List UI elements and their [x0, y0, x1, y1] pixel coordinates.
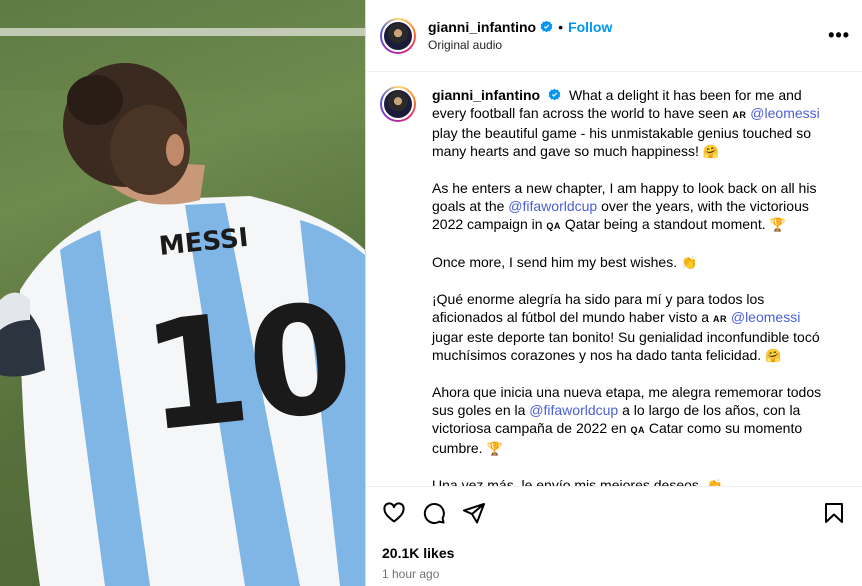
- verified-icon: [548, 88, 561, 101]
- original-audio-link[interactable]: Original audio: [428, 36, 612, 54]
- caption-area: gianni_infantino What a delight it has b…: [366, 72, 862, 486]
- mention-leomessi[interactable]: @leomessi: [750, 105, 819, 121]
- jersey-number: 10: [136, 271, 362, 466]
- header-username[interactable]: gianni_infantino: [428, 18, 536, 36]
- post-actions: 20.1K likes 1 hour ago: [366, 486, 862, 581]
- caption-text-1b: play the beautiful game - his unmistakab…: [432, 125, 812, 159]
- caption-text-3: Once more, I send him my best wishes.: [432, 254, 678, 270]
- trophy-emoji: 🏆: [769, 217, 786, 232]
- caption-username[interactable]: gianni_infantino: [432, 87, 540, 103]
- hugging-emoji: 🤗: [765, 348, 782, 363]
- caption-text-6: Una vez más, le envío mis mejores deseos…: [432, 477, 703, 486]
- share-icon[interactable]: [462, 501, 486, 525]
- more-icon[interactable]: •••: [828, 25, 850, 46]
- mention-fifaworldcup[interactable]: @fifaworldcup: [508, 198, 597, 214]
- caption-text: gianni_infantino What a delight it has b…: [432, 86, 832, 486]
- clapping-emoji: 👏: [706, 478, 723, 486]
- hugging-emoji: 🤗: [702, 144, 720, 159]
- media-illustration: MESSI 10: [0, 28, 365, 586]
- likes-count[interactable]: 20.1K likes: [382, 545, 846, 561]
- flag-qa: QA: [546, 221, 561, 231]
- caption-text-2c: Qatar being a standout moment.: [564, 216, 766, 232]
- post-header: gianni_infantino • Follow Original audio…: [366, 0, 862, 72]
- trophy-emoji: 🏆: [486, 441, 503, 456]
- avatar[interactable]: [380, 17, 416, 54]
- post-dialog: MESSI 10 gianni_infantino • Follow Origi…: [0, 0, 862, 586]
- mention-fifaworldcup[interactable]: @fifaworldcup: [529, 402, 618, 418]
- post-side-panel: gianni_infantino • Follow Original audio…: [365, 0, 862, 586]
- flag-ar: AR: [712, 314, 727, 324]
- caption-avatar[interactable]: [380, 86, 416, 122]
- flag-ar: AR: [732, 110, 747, 120]
- flag-qa: QA: [630, 425, 645, 435]
- separator-dot: •: [558, 18, 564, 35]
- clapping-emoji: 👏: [680, 255, 698, 270]
- follow-button[interactable]: Follow: [568, 18, 612, 36]
- post-timestamp[interactable]: 1 hour ago: [382, 567, 846, 581]
- mention-leomessi[interactable]: @leomessi: [731, 309, 800, 325]
- verified-icon: [540, 20, 553, 33]
- bookmark-icon[interactable]: [822, 501, 846, 525]
- caption-text-4b: jugar este deporte tan bonito! Su genial…: [432, 329, 820, 363]
- heart-icon[interactable]: [382, 501, 406, 525]
- post-media-video[interactable]: MESSI 10: [0, 0, 365, 586]
- comment-icon[interactable]: [422, 501, 446, 525]
